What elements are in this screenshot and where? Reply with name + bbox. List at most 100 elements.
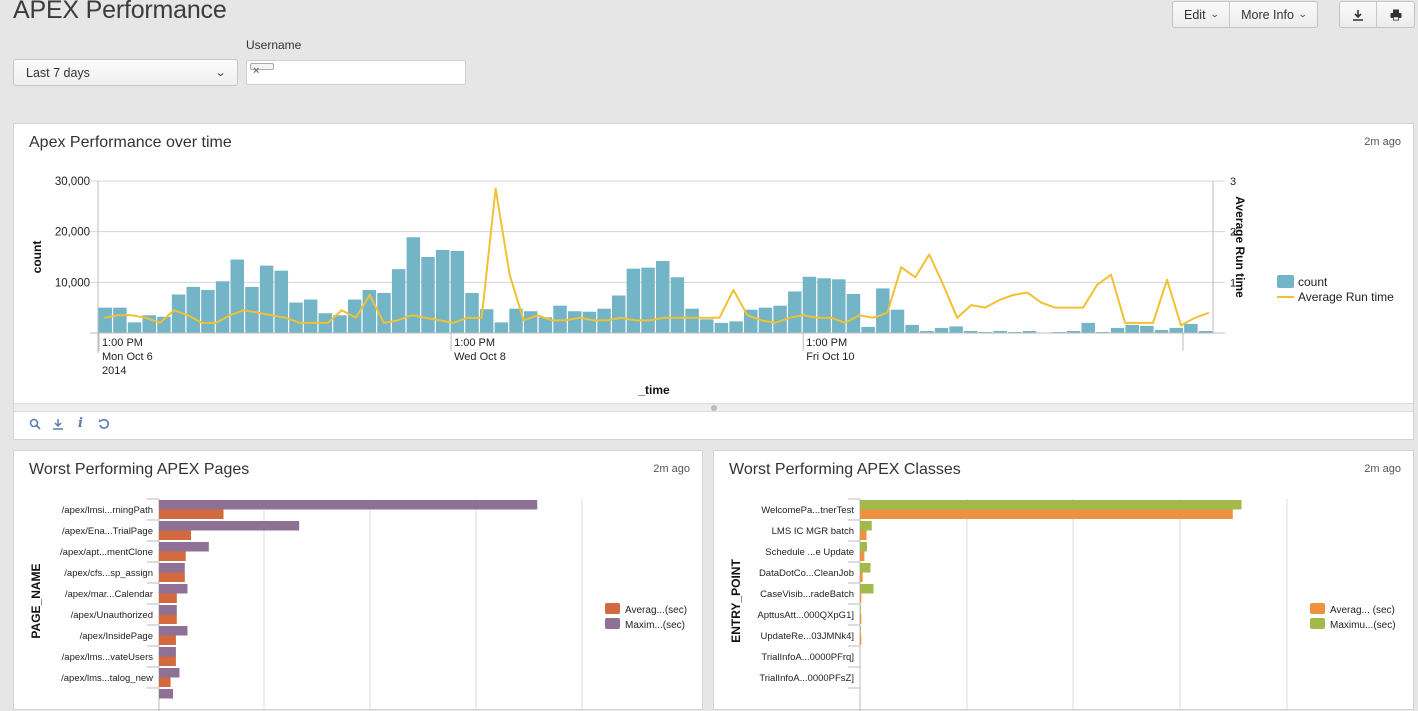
max-bar [159,500,538,510]
count-bar [846,293,861,333]
x-tick-label: 1:00 PM [806,337,847,349]
count-bar [523,311,538,333]
legend-swatch [1310,603,1325,614]
category-label: /apex/lms...talog_new [61,673,153,684]
count-bar [567,311,582,333]
close-icon[interactable]: × [253,65,259,77]
panel-footer: i [14,403,1413,439]
category-label: /apex/mar...Calendar [65,589,153,600]
x-tick-label: Wed Oct 8 [454,351,506,363]
max-bar [159,563,185,573]
category-label: LMS IC MGR batch [772,526,854,537]
max-bar [159,542,209,552]
panel-actions: i [28,417,110,433]
legend-swatch [605,618,620,629]
avg-bar [860,572,863,582]
count-bar [1110,327,1125,333]
count-bar [1184,323,1198,333]
category-label: /apex/Unauthorized [71,610,153,621]
x-tick-label: 2014 [102,365,126,377]
legend-label: Maximu...(sec) [1330,620,1396,631]
export-button[interactable] [1340,2,1377,27]
legend-label: count [1298,275,1328,289]
more-info-button[interactable]: More Info ⌄ [1230,2,1317,27]
max-bar [860,563,871,573]
max-bar [159,647,176,657]
x-tick-label: Fri Oct 10 [806,351,854,363]
max-bar [159,626,188,636]
category-label: /apex/InsidePage [80,631,153,642]
info-icon[interactable]: i [74,417,87,433]
print-button[interactable] [1377,2,1414,27]
edit-more-group: Edit ⌄ More Info ⌄ [1172,1,1319,28]
category-label: DataDotCo...CleanJob [759,568,854,579]
max-bar [860,542,867,552]
count-bar [700,319,714,333]
count-bar [656,261,670,333]
category-label: UpdateRe...03JMNk4] [761,631,854,642]
count-bar [201,289,215,333]
avg-bar [860,593,862,603]
classes-chart-panel: Worst Performing APEX Classes 2m ago Wel… [713,450,1414,711]
count-bar [670,277,685,333]
y-axis-title: count [30,241,44,274]
avg-bar [860,509,1233,519]
print-icon [1390,9,1401,20]
count-bar [861,326,875,333]
count-bar [113,307,127,333]
category-label: TrialInfoA...0000PFsZ] [759,673,854,684]
username-input[interactable]: × [246,60,466,85]
time-range-value: Last 7 days [26,65,90,80]
x-tick-label: 1:00 PM [102,337,143,349]
x-tick-label: 1:00 PM [454,337,495,349]
y-tick-label: 20,000 [55,227,90,239]
count-bar [714,322,729,333]
count-bar [832,279,846,333]
count-bar [274,270,289,333]
avg-bar [860,614,862,624]
count-bar [641,267,655,333]
category-label: CaseVisib...radeBatch [760,589,854,600]
avg-bar [159,677,171,687]
legend-swatch [605,603,620,614]
x-axis-title: _time [637,383,670,397]
avg-bar [159,509,224,519]
avg-bar [860,635,862,645]
avg-bar [159,572,185,582]
count-bar [905,324,919,333]
count-bar [127,322,142,333]
y-tick-label: 10,000 [55,277,90,289]
y2-tick-label: 3 [1230,176,1236,188]
count-bar [553,305,567,333]
legend-label: Maxim...(sec) [625,620,685,631]
username-label: Username [246,38,302,52]
category-label: /apex/cfs...sp_assign [64,568,153,579]
avg-bar [159,614,177,624]
max-bar [860,500,1242,510]
count-bar [934,327,949,333]
y2-axis-title: Average Run time [1233,196,1247,298]
download-icon[interactable] [51,418,64,433]
max-bar [159,668,180,678]
legend-label: Average Run time [1298,290,1394,304]
category-label: ApttusAtt...000QXpG1] [757,610,854,621]
max-bar [860,584,874,594]
time-range-picker[interactable]: Last 7 days ⌄ [13,59,238,86]
pages-chart-panel: Worst Performing APEX Pages 2m ago /apex… [13,450,703,711]
category-label: Schedule ...e Update [765,547,854,558]
download-icon [1353,9,1363,21]
category-label: /apex/Ena...TrialPage [62,526,153,537]
category-label: /apex/lmsi...rningPath [62,505,153,516]
legend-swatch [1310,618,1325,629]
category-label: TrialInfoA...0000PFrq] [761,652,854,663]
chevron-down-icon: ⌄ [1297,9,1308,19]
legend-swatch-count [1277,275,1294,288]
count-bar [421,257,435,333]
refresh-icon[interactable] [97,418,110,433]
edit-button[interactable]: Edit ⌄ [1173,2,1231,27]
resize-handle[interactable] [14,404,1413,412]
count-bar [1125,324,1139,333]
search-icon[interactable] [28,418,41,433]
max-bar [159,521,300,531]
max-bar [860,521,872,531]
